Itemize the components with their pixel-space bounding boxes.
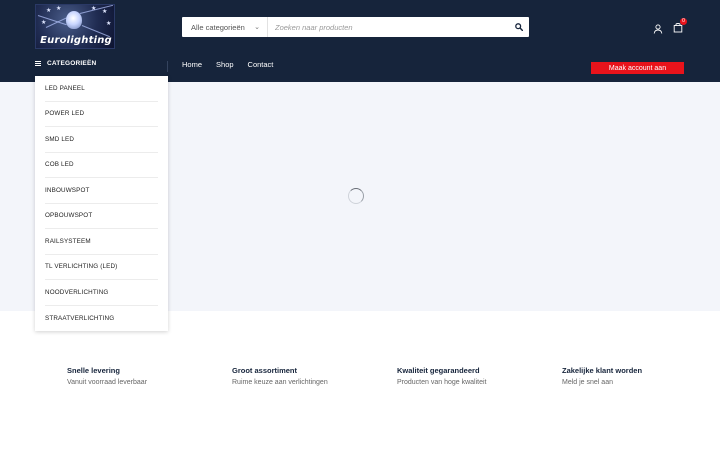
category-item-railsysteem[interactable]: RAILSYSTEEM [45, 229, 158, 255]
category-item-led-paneel[interactable]: LED PANEEL [45, 76, 158, 102]
category-item-cob-led[interactable]: COB LED [45, 153, 158, 178]
create-account-button[interactable]: Maak account aan [591, 62, 684, 74]
category-select-label: Alle categorieën [191, 22, 245, 32]
nav-divider [167, 61, 168, 72]
bulb-icon [66, 11, 82, 29]
account-icon[interactable] [653, 21, 663, 34]
search-button[interactable] [509, 17, 529, 37]
category-menu: LED PANEEL POWER LED SMD LED COB LED INB… [35, 76, 168, 331]
menu-icon [35, 61, 41, 66]
categories-toggle-label: CATEGORIEËN [47, 60, 97, 67]
feature-title: Zakelijke klant worden [562, 366, 643, 375]
feature-fast-delivery: Snelle levering Vanuit voorraad leverbaa… [67, 366, 147, 386]
feature-large-assortment: Groot assortiment Ruime keuze aan verlic… [232, 366, 328, 386]
categories-toggle[interactable]: CATEGORIEËN [35, 60, 96, 67]
nav-home[interactable]: Home [182, 60, 202, 69]
feature-subtitle: Producten van hoge kwaliteit [397, 379, 487, 386]
nav-contact[interactable]: Contact [248, 60, 274, 69]
logo[interactable]: ★ ★ ★ ★ ★ ★ Eurolighting [35, 4, 115, 49]
cart-button[interactable]: 0 [673, 18, 687, 33]
category-select[interactable]: Alle categorieën ⌄ [182, 17, 268, 37]
category-item-opbouwspot[interactable]: OPBOUWSPOT [45, 204, 158, 229]
loading-spinner-icon [348, 188, 364, 204]
feature-quality-guaranteed: Kwaliteit gegarandeerd Producten van hog… [397, 366, 487, 386]
search-input[interactable] [268, 17, 509, 37]
nav-shop[interactable]: Shop [216, 60, 234, 69]
feature-subtitle: Vanuit voorraad leverbaar [67, 379, 148, 386]
feature-title: Groot assortiment [232, 366, 298, 375]
category-item-noodverlichting[interactable]: NOODVERLICHTING [45, 280, 158, 306]
cart-count-badge: 0 [680, 18, 687, 25]
category-item-tl-verlichting[interactable]: TL VERLICHTING (LED) [45, 255, 158, 280]
feature-title: Kwaliteit gegarandeerd [397, 366, 480, 375]
category-item-inbouwspot[interactable]: INBOUWSPOT [45, 178, 158, 204]
search-bar: Alle categorieën ⌄ [182, 17, 529, 37]
feature-subtitle: Meld je snel aan [562, 379, 613, 386]
main-nav: Home Shop Contact [182, 60, 287, 69]
feature-subtitle: Ruime keuze aan verlichtingen [232, 379, 328, 386]
site-header: ★ ★ ★ ★ ★ ★ Eurolighting Alle categorieë… [0, 0, 720, 82]
search-icon [515, 23, 523, 31]
category-item-straatverlichting[interactable]: STRAATVERLICHTING [45, 306, 158, 332]
feature-title: Snelle levering [67, 366, 120, 375]
feature-business-customer: Zakelijke klant worden Meld je snel aan [562, 366, 642, 386]
category-item-smd-led[interactable]: SMD LED [45, 127, 158, 153]
chevron-down-icon: ⌄ [254, 24, 260, 31]
category-item-power-led[interactable]: POWER LED [45, 102, 158, 127]
logo-text: Eurolighting [40, 35, 112, 46]
